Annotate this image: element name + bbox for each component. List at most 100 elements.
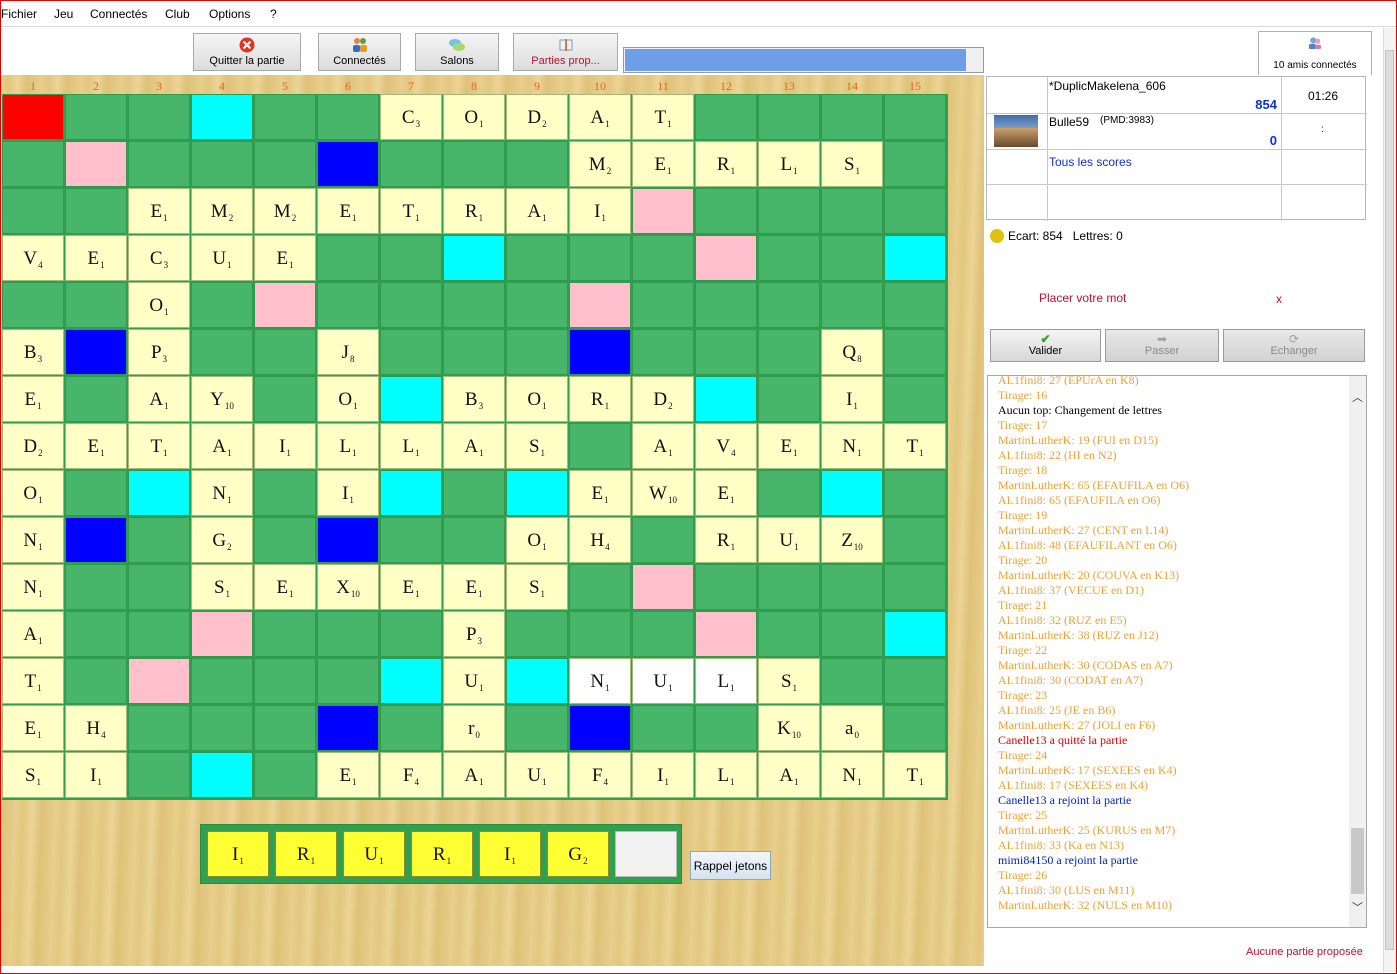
scroll-up-icon[interactable]: ︿: [1350, 389, 1365, 405]
window-scrollbar-thumb[interactable]: [1385, 50, 1394, 950]
board-tile[interactable]: R1: [695, 141, 757, 187]
board-tile[interactable]: E1: [632, 141, 694, 187]
board-tile[interactable]: E1: [65, 423, 127, 469]
double-word-cell[interactable]: [191, 611, 253, 657]
board-tile[interactable]: N1: [821, 423, 883, 469]
board-tile[interactable]: X10: [317, 564, 379, 610]
board-tile[interactable]: O1: [506, 517, 568, 563]
menu-jeu[interactable]: Jeu: [54, 7, 73, 21]
board-cell[interactable]: [758, 611, 820, 657]
board-cell[interactable]: [65, 282, 127, 328]
tile-rack[interactable]: I1 R1 U1 R1 I1 G2: [200, 824, 682, 884]
board-cell[interactable]: [758, 470, 820, 516]
triple-letter-cell[interactable]: [569, 329, 631, 375]
board-tile[interactable]: R1: [443, 188, 505, 234]
double-word-cell[interactable]: [632, 188, 694, 234]
quit-game-button[interactable]: Quitter la partie: [193, 33, 301, 71]
board-tile[interactable]: E1: [65, 235, 127, 281]
rack-tile[interactable]: G2: [547, 831, 609, 877]
triple-letter-cell[interactable]: [317, 517, 379, 563]
board-cell[interactable]: [569, 235, 631, 281]
double-word-cell[interactable]: [695, 235, 757, 281]
board-tile[interactable]: R1: [695, 517, 757, 563]
board-tile[interactable]: M2: [254, 188, 316, 234]
triple-letter-cell[interactable]: [569, 705, 631, 751]
board-tile[interactable]: T1: [884, 423, 946, 469]
board-cell[interactable]: [380, 141, 442, 187]
board-cell[interactable]: [254, 517, 316, 563]
board-tile[interactable]: I1: [569, 188, 631, 234]
board-cell[interactable]: [254, 329, 316, 375]
board-cell[interactable]: [317, 658, 379, 704]
board-tile[interactable]: N1: [821, 752, 883, 798]
board-tile[interactable]: T1: [2, 658, 64, 704]
double-word-cell[interactable]: [65, 141, 127, 187]
board-tile[interactable]: E1: [2, 705, 64, 751]
board-tile[interactable]: V4: [2, 235, 64, 281]
menu-help[interactable]: ?: [270, 7, 277, 21]
board-cell[interactable]: [254, 752, 316, 798]
board-tile[interactable]: L1: [758, 141, 820, 187]
rack-empty-slot[interactable]: [615, 831, 677, 877]
board-tile[interactable]: K10: [758, 705, 820, 751]
board-cell[interactable]: [632, 705, 694, 751]
board-tile[interactable]: I1: [632, 752, 694, 798]
board-cell[interactable]: [695, 564, 757, 610]
board-tile[interactable]: U1: [191, 235, 253, 281]
board-cell[interactable]: [821, 235, 883, 281]
board-cell[interactable]: [884, 188, 946, 234]
board-tile[interactable]: L1: [695, 658, 757, 704]
board-cell[interactable]: [632, 282, 694, 328]
rack-tile[interactable]: R1: [411, 831, 473, 877]
board-cell[interactable]: [632, 235, 694, 281]
board-cell[interactable]: [380, 329, 442, 375]
board-cell[interactable]: [632, 611, 694, 657]
board-cell[interactable]: [821, 282, 883, 328]
board-cell[interactable]: [65, 564, 127, 610]
board-tile[interactable]: R1: [569, 376, 631, 422]
board-tile[interactable]: C3: [380, 94, 442, 140]
rack-tile[interactable]: I1: [207, 831, 269, 877]
board-tile[interactable]: G2: [191, 517, 253, 563]
double-word-cell[interactable]: [695, 611, 757, 657]
board-cell[interactable]: [191, 705, 253, 751]
pass-button[interactable]: ➡ Passer: [1105, 329, 1219, 362]
board-cell[interactable]: [380, 517, 442, 563]
board-cell[interactable]: [128, 611, 190, 657]
board-tile[interactable]: T1: [380, 188, 442, 234]
board-cell[interactable]: [569, 564, 631, 610]
triple-letter-cell[interactable]: [317, 141, 379, 187]
triple-letter-cell[interactable]: [65, 329, 127, 375]
board-cell[interactable]: [632, 329, 694, 375]
board-cell[interactable]: [632, 517, 694, 563]
board-tile[interactable]: D2: [506, 94, 568, 140]
board-tile[interactable]: E1: [569, 470, 631, 516]
scroll-down-icon[interactable]: ﹀: [1350, 899, 1365, 915]
board-tile[interactable]: L1: [695, 752, 757, 798]
board-cell[interactable]: [758, 564, 820, 610]
board-tile[interactable]: I1: [821, 376, 883, 422]
board-cell[interactable]: [884, 141, 946, 187]
board-tile[interactable]: M2: [569, 141, 631, 187]
board-cell[interactable]: [884, 329, 946, 375]
board-tile[interactable]: I1: [65, 752, 127, 798]
game-log[interactable]: AL1fini8: 27 (EPUrA en K8) Tirage: 16 Aucu…: [987, 375, 1367, 928]
board-tile[interactable]: I1: [254, 423, 316, 469]
board-cell[interactable]: [884, 94, 946, 140]
board-tile[interactable]: E1: [254, 235, 316, 281]
board-cell[interactable]: [758, 94, 820, 140]
board-cell[interactable]: [191, 141, 253, 187]
board-tile[interactable]: U1: [632, 658, 694, 704]
board-tile[interactable]: Y10: [191, 376, 253, 422]
board-tile[interactable]: Z10: [821, 517, 883, 563]
board-cell[interactable]: [758, 188, 820, 234]
board-tile[interactable]: L1: [317, 423, 379, 469]
double-letter-cell[interactable]: [128, 470, 190, 516]
board-cell[interactable]: [380, 282, 442, 328]
double-letter-cell[interactable]: [380, 658, 442, 704]
double-word-cell[interactable]: [569, 282, 631, 328]
board-cell[interactable]: [2, 188, 64, 234]
board-cell[interactable]: [695, 705, 757, 751]
board-tile[interactable]: E1: [2, 376, 64, 422]
board-cell[interactable]: [506, 282, 568, 328]
